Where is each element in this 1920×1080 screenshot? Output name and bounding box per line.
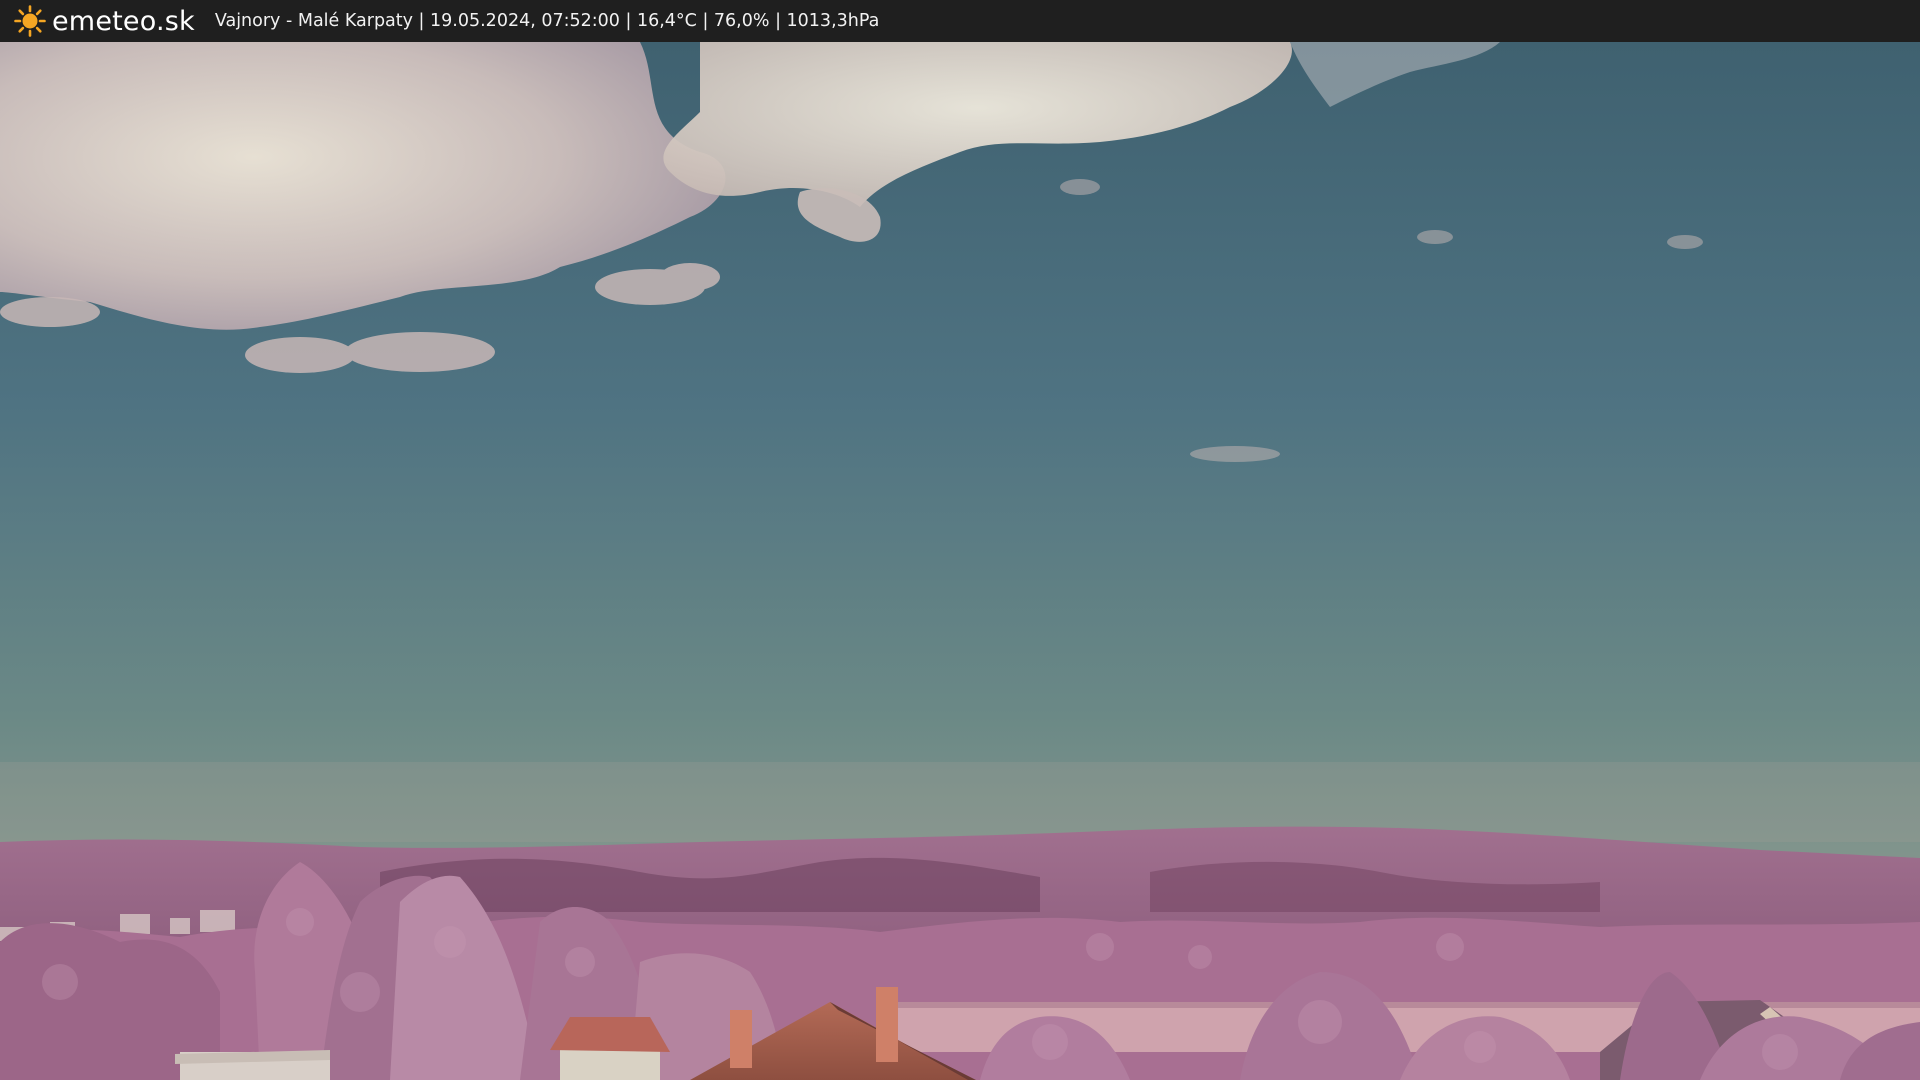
- top-bar: emeteo.sk Vajnory - Malé Karpaty | 19.05…: [0, 0, 1920, 42]
- webcam-caption: Vajnory - Malé Karpaty | 19.05.2024, 07:…: [214, 11, 880, 31]
- webcam-image: [0, 42, 1920, 1080]
- site-logo[interactable]: emeteo.sk: [14, 5, 195, 37]
- sun-icon: [14, 5, 46, 37]
- site-name: emeteo.sk: [52, 5, 195, 37]
